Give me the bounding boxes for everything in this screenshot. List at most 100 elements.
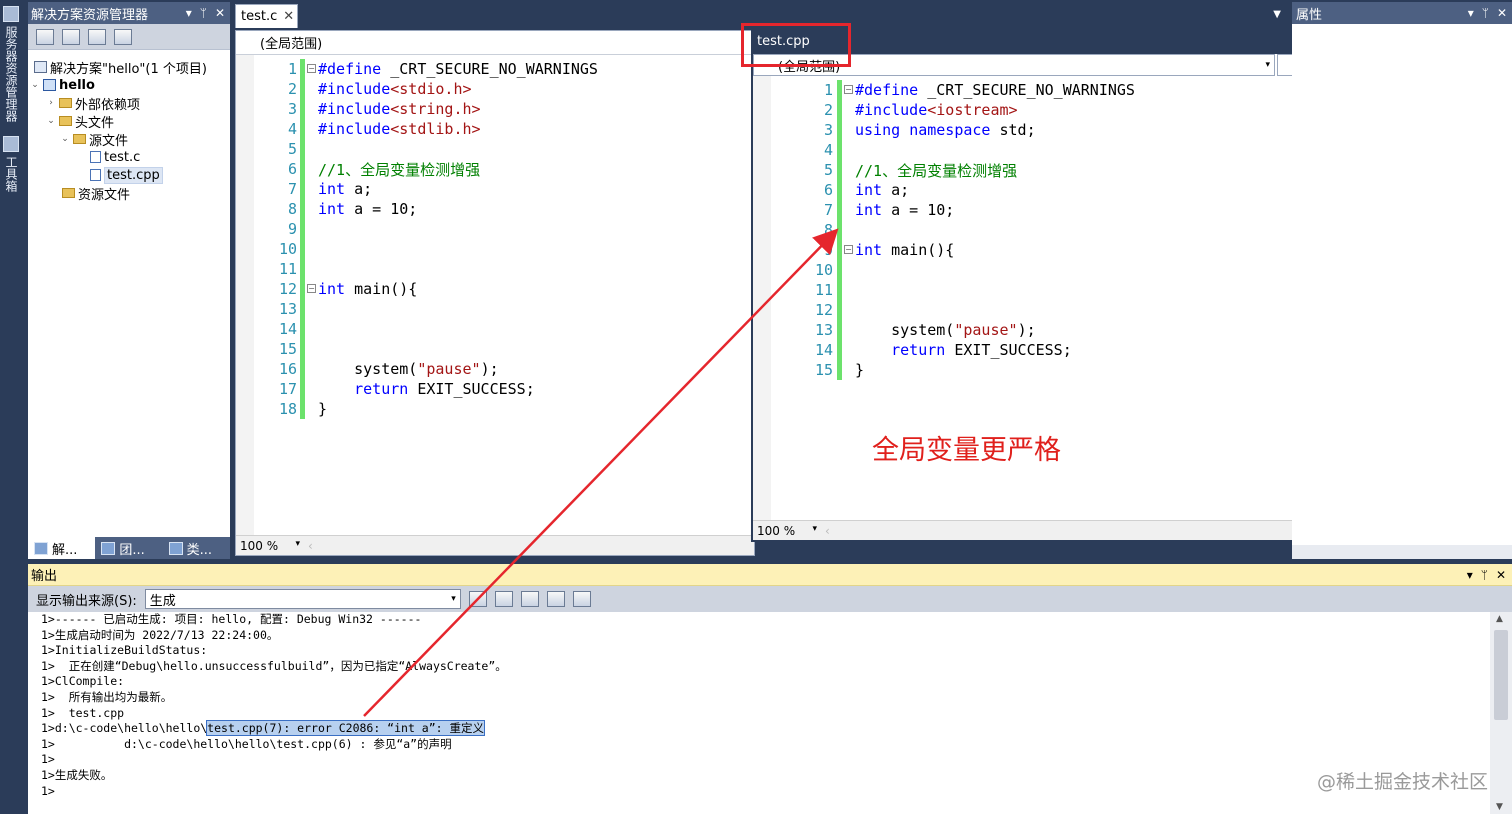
tree-item-file-cpp[interactable]: test.cpp	[90, 166, 163, 184]
tree-item-headers[interactable]: ⌄ 头文件	[46, 112, 114, 131]
tree-item-sources[interactable]: ⌄ 源文件	[60, 130, 128, 149]
solution-explorer-tabs: 解... 团... 类...	[28, 537, 230, 559]
previous-message-icon[interactable]	[494, 591, 513, 607]
scroll-down-icon[interactable]: ▼	[1496, 802, 1503, 812]
properties-icon[interactable]	[36, 28, 54, 45]
code-line[interactable]: #include <stdlib.h>	[318, 119, 481, 139]
line-number: 12	[278, 280, 297, 298]
line-number: 3	[287, 100, 297, 118]
code-line[interactable]: int a;	[855, 180, 909, 200]
code-line[interactable]: int a;	[318, 179, 372, 199]
server-explorer-tab[interactable]: 服务器资源管理器	[3, 26, 19, 122]
pin-icon[interactable]: ᛘ	[1481, 568, 1488, 582]
output-error-line[interactable]: 1>d:\c-code\hello\hello\test.cpp(7): err…	[41, 720, 1490, 737]
code-line[interactable]: int a = 10;	[318, 199, 417, 219]
code-line[interactable]: }	[318, 399, 327, 419]
word-wrap-icon[interactable]	[572, 591, 591, 607]
tab-list-dropdown-icon[interactable]: ▼	[1273, 9, 1281, 20]
cpp-file-icon	[90, 169, 101, 181]
tree-item-project[interactable]: ⌄ hello	[30, 76, 95, 94]
code-line[interactable]: int main(){	[855, 240, 954, 260]
code-line[interactable]: }	[855, 360, 864, 380]
code-line[interactable]: #include <stdio.h>	[318, 79, 472, 99]
code-line[interactable]: int a = 10;	[855, 200, 954, 220]
code-line[interactable]: #define _CRT_SECURE_NO_WARNINGS	[855, 80, 1135, 100]
tree-item-solution[interactable]: 解决方案"hello"(1 个项目)	[34, 58, 207, 77]
tab-solution-explorer[interactable]: 解...	[28, 537, 96, 559]
next-message-icon[interactable]	[520, 591, 539, 607]
solution-explorer-panel: 解决方案资源管理器 ▾ ᛘ ✕ 解决方案"hello"(1 个项目) ⌄ hel…	[28, 2, 230, 559]
code-line[interactable]: //1、全局变量检测增强	[855, 160, 1017, 180]
tree-item-resources[interactable]: 资源文件	[62, 184, 130, 203]
tab-class-view[interactable]: 类...	[163, 537, 230, 559]
solution-tree: 解决方案"hello"(1 个项目) ⌄ hello › 外部依赖项 ⌄ 头文件…	[28, 50, 230, 530]
scroll-thumb[interactable]	[1494, 630, 1508, 720]
scope-dropdown[interactable]: (全局范围)	[236, 31, 754, 55]
scroll-up-icon[interactable]: ▲	[1496, 614, 1503, 624]
fold-toggle-icon[interactable]: −	[844, 85, 853, 94]
dropdown-icon[interactable]: ▾	[1468, 6, 1474, 20]
dropdown-icon[interactable]: ▾	[1467, 568, 1473, 582]
line-number: 6	[287, 160, 297, 178]
zoom-level-dropdown[interactable]: 100 % ▾	[757, 524, 817, 538]
code-area-test-c[interactable]: 1 #define _CRT_SECURE_NO_WARNINGS −2 #inclu…	[236, 55, 754, 535]
line-number: 16	[278, 360, 297, 378]
line-number: 4	[287, 120, 297, 138]
horizontal-scroll-left-icon[interactable]: ‹	[308, 539, 313, 553]
close-icon[interactable]: ✕	[1496, 568, 1506, 582]
output-source-select[interactable]: 生成 ▾	[144, 589, 461, 609]
output-line: 1> 正在创建“Debug\hello.unsuccessfulbuild”，因…	[41, 658, 507, 673]
properties-grid	[1292, 24, 1512, 545]
code-line[interactable]: #define _CRT_SECURE_NO_WARNINGS	[318, 59, 598, 79]
close-icon[interactable]: ✕	[215, 6, 225, 20]
dropdown-icon[interactable]: ▾	[186, 6, 192, 20]
code-line[interactable]: return EXIT_SUCCESS;	[318, 379, 535, 399]
scope-dropdown-arrow-icon[interactable]: ▾	[1265, 60, 1270, 70]
goto-line-icon[interactable]	[468, 591, 487, 607]
server-explorer-icon[interactable]	[3, 6, 19, 22]
line-number: 13	[814, 321, 833, 339]
show-all-files-icon[interactable]	[62, 28, 80, 45]
output-vertical-scrollbar[interactable]: ▲ ▼	[1490, 612, 1512, 814]
watermark: @稀土掘金技术社区	[1316, 771, 1488, 793]
chevron-down-icon[interactable]: ▾	[451, 594, 456, 604]
close-icon[interactable]: ✕	[1497, 6, 1507, 20]
zoom-level-dropdown[interactable]: 100 % ▾	[240, 539, 300, 553]
code-line[interactable]: return EXIT_SUCCESS;	[855, 340, 1072, 360]
toolbox-icon[interactable]	[3, 136, 19, 152]
toolbox-tab[interactable]: 工具箱	[3, 156, 19, 192]
tab-team-explorer[interactable]: 团...	[95, 537, 162, 559]
solution-icon	[34, 61, 47, 73]
output-line: 1>InitializeBuildStatus:	[41, 643, 208, 658]
output-text[interactable]: 1>------ 已启动生成: 项目: hello, 配置: Debug Win…	[28, 612, 1490, 814]
collapse-arrow-icon[interactable]: ⌄	[30, 80, 40, 90]
project-icon	[43, 79, 56, 91]
collapse-arrow-icon[interactable]: ⌄	[46, 116, 56, 126]
view-class-diagram-icon[interactable]	[114, 28, 132, 45]
team-explorer-tab-icon	[101, 541, 116, 555]
tree-item-file-c[interactable]: test.c	[90, 148, 140, 166]
tree-item-external-deps[interactable]: › 外部依赖项	[46, 94, 140, 113]
code-line[interactable]: //1、全局变量检测增强	[318, 159, 480, 179]
horizontal-scroll-left-icon[interactable]: ‹	[825, 524, 830, 538]
tab-test-c[interactable]: test.c ✕	[235, 4, 298, 28]
clear-all-icon[interactable]	[546, 591, 565, 607]
output-source-label: 显示输出来源(S):	[36, 593, 137, 609]
collapse-arrow-icon[interactable]: ⌄	[60, 134, 70, 144]
expand-arrow-icon[interactable]: ›	[46, 98, 56, 108]
close-tab-icon[interactable]: ✕	[283, 9, 294, 24]
properties-scrollbar[interactable]	[1292, 545, 1512, 559]
fold-toggle-icon[interactable]: −	[307, 64, 316, 73]
fold-toggle-icon[interactable]: −	[307, 284, 316, 293]
pin-icon[interactable]: ᛘ	[1482, 6, 1489, 20]
refresh-icon[interactable]	[88, 28, 106, 45]
code-line[interactable]: int main(){	[318, 279, 417, 299]
code-line[interactable]: using namespace std;	[855, 120, 1036, 140]
fold-toggle-icon[interactable]: −	[844, 245, 853, 254]
line-number: 15	[814, 361, 833, 379]
pin-icon[interactable]: ᛘ	[200, 6, 207, 20]
code-line[interactable]: system("pause");	[318, 359, 499, 379]
code-line[interactable]: #include <iostream>	[855, 100, 1018, 120]
code-line[interactable]: #include <string.h>	[318, 99, 481, 119]
code-line[interactable]: system("pause");	[855, 320, 1036, 340]
